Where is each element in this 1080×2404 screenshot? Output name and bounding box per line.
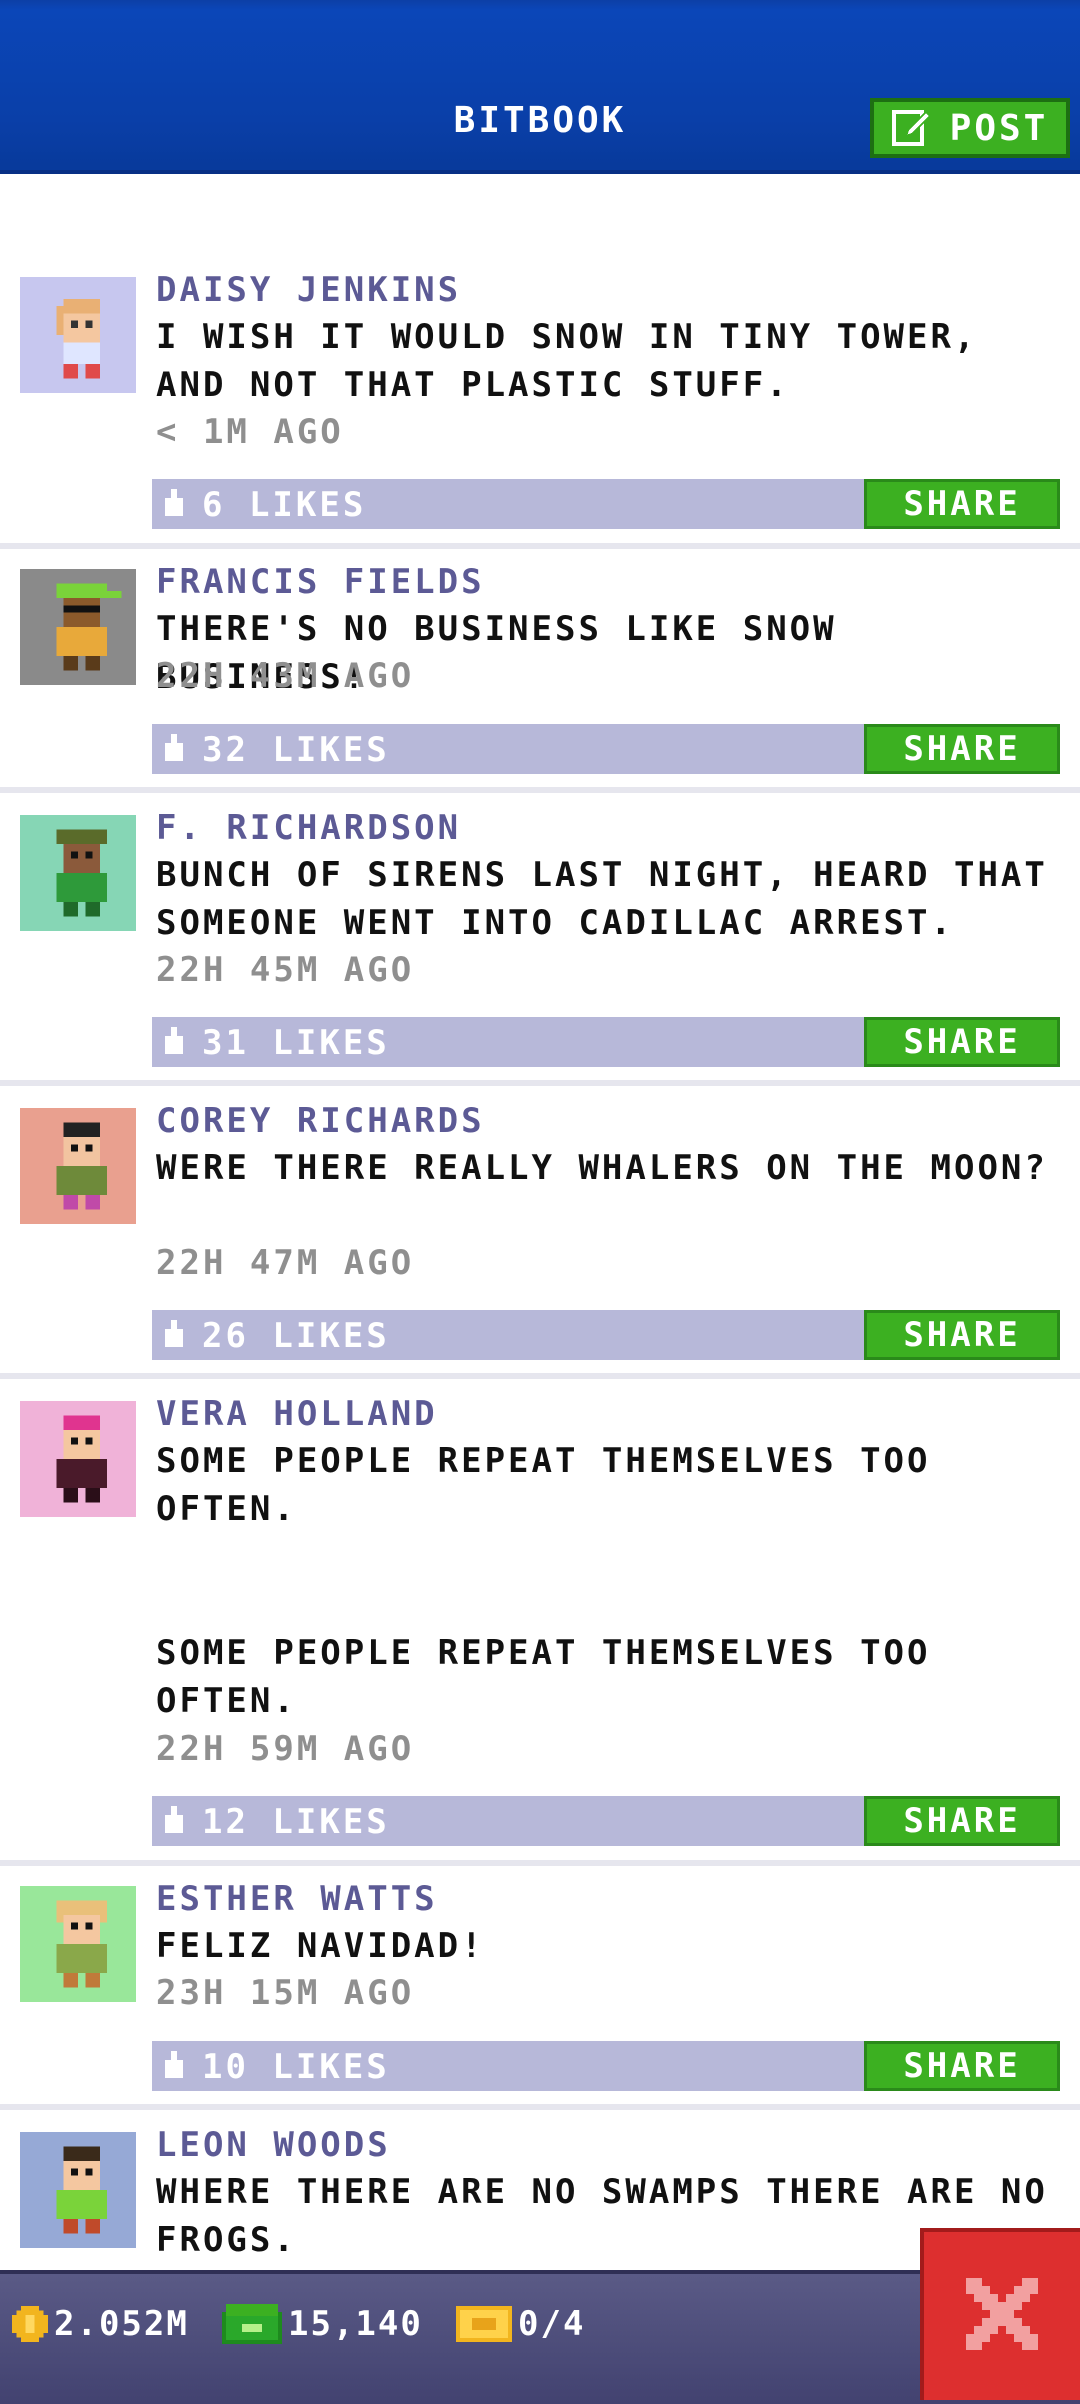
- post-time: 22H 45M AGO: [156, 950, 415, 990]
- tickets-stat: 0/4: [456, 2304, 585, 2344]
- likes-bar[interactable]: 6 LIKES SHARE: [152, 479, 1060, 529]
- post-label: POST: [949, 107, 1049, 149]
- feed-post: DAISY JENKINS I WISH IT WOULD SNOW IN TI…: [0, 170, 1080, 549]
- post-message-repeat: SOME PEOPLE REPEAT THEMSELVES TOO OFTEN.: [156, 1633, 931, 1721]
- post-message: FELIZ NAVIDAD!: [156, 1926, 485, 1966]
- avatar[interactable]: [20, 277, 136, 393]
- feed-post: FRANCIS FIELDS THERE'S NO BUSINESS LIKE …: [0, 549, 1080, 793]
- close-button[interactable]: [920, 2228, 1080, 2400]
- feed-post: VERA HOLLAND SOME PEOPLE REPEAT THEMSELV…: [0, 1379, 1080, 1866]
- bux-icon: [222, 2304, 282, 2344]
- share-button[interactable]: SHARE: [864, 479, 1060, 529]
- post-message: SOME PEOPLE REPEAT THEMSELVES TOO OFTEN.: [156, 1441, 931, 1529]
- likes-bar[interactable]: 32 LIKES SHARE: [152, 724, 1060, 774]
- post-message: I WISH IT WOULD SNOW IN TINY TOWER, AND …: [156, 317, 978, 405]
- post-time: 23H 15M AGO: [156, 1973, 415, 2013]
- like-icon: [162, 1320, 186, 1350]
- edit-icon: [891, 106, 932, 150]
- avatar[interactable]: [20, 1886, 136, 2002]
- likes-bar[interactable]: 12 LIKES SHARE: [152, 1796, 1060, 1846]
- likes-bar[interactable]: 31 LIKES SHARE: [152, 1017, 1060, 1067]
- share-button[interactable]: SHARE: [864, 724, 1060, 774]
- like-icon: [162, 2051, 186, 2081]
- avatar[interactable]: [20, 2132, 136, 2248]
- post-button[interactable]: POST: [870, 98, 1070, 158]
- feed-post: COREY RICHARDS WERE THERE REALLY WHALERS…: [0, 1086, 1080, 1379]
- feed-post: ESTHER WATTS FELIZ NAVIDAD! 23H 15M AGO …: [0, 1866, 1080, 2110]
- post-author[interactable]: LEON WOODS: [156, 2125, 391, 2165]
- likes-count: 31 LIKES: [202, 1023, 390, 1063]
- feed-post: LEON WOODS WHERE THERE ARE NO SWAMPS THE…: [0, 2110, 1080, 2270]
- like-icon: [162, 734, 186, 764]
- app-header: BITBOOK POST: [0, 0, 1080, 174]
- avatar[interactable]: [20, 815, 136, 931]
- post-author[interactable]: VERA HOLLAND: [156, 1394, 438, 1434]
- avatar[interactable]: [20, 569, 136, 685]
- post-author[interactable]: F. RICHARDSON: [156, 808, 461, 848]
- share-button[interactable]: SHARE: [864, 2041, 1060, 2091]
- coin-icon: [12, 2306, 48, 2342]
- post-message: BUNCH OF SIRENS LAST NIGHT, HEARD THAT S…: [156, 855, 1048, 943]
- post-author[interactable]: DAISY JENKINS: [156, 270, 461, 310]
- avatar[interactable]: [20, 1401, 136, 1517]
- likes-bar[interactable]: 10 LIKES SHARE: [152, 2041, 1060, 2091]
- feed-post: F. RICHARDSON BUNCH OF SIRENS LAST NIGHT…: [0, 793, 1080, 1086]
- coins-value: 2.052M: [54, 2304, 189, 2344]
- feed[interactable]: DAISY JENKINS I WISH IT WOULD SNOW IN TI…: [0, 170, 1080, 2270]
- share-button[interactable]: SHARE: [864, 1310, 1060, 1360]
- coins-stat: 2.052M: [12, 2304, 189, 2344]
- likes-count: 6 LIKES: [202, 485, 367, 525]
- like-icon: [162, 1027, 186, 1057]
- likes-count: 32 LIKES: [202, 730, 390, 770]
- tickets-value: 0/4: [518, 2304, 586, 2344]
- ticket-icon: [456, 2306, 512, 2342]
- close-icon: [966, 2278, 1038, 2354]
- post-time: 22H 47M AGO: [156, 1243, 415, 1283]
- post-message: WERE THERE REALLY WHALERS ON THE MOON?: [156, 1148, 1048, 1188]
- post-author[interactable]: ESTHER WATTS: [156, 1879, 438, 1919]
- post-time: 22H 43M AGO: [156, 656, 415, 696]
- share-button[interactable]: SHARE: [864, 1796, 1060, 1846]
- status-bar: 2.052M 15,140 0/4: [0, 2270, 1080, 2404]
- like-icon: [162, 489, 186, 519]
- like-icon: [162, 1806, 186, 1836]
- share-button[interactable]: SHARE: [864, 1017, 1060, 1067]
- post-time: < 1M AGO: [156, 412, 344, 452]
- likes-count: 26 LIKES: [202, 1316, 390, 1356]
- likes-bar[interactable]: 26 LIKES SHARE: [152, 1310, 1060, 1360]
- post-author[interactable]: COREY RICHARDS: [156, 1101, 485, 1141]
- bux-stat: 15,140: [222, 2304, 423, 2344]
- bux-value: 15,140: [288, 2304, 423, 2344]
- post-author[interactable]: FRANCIS FIELDS: [156, 562, 485, 602]
- likes-count: 10 LIKES: [202, 2047, 390, 2087]
- post-time: 22H 59M AGO: [156, 1729, 415, 1769]
- likes-count: 12 LIKES: [202, 1802, 390, 1842]
- avatar[interactable]: [20, 1108, 136, 1224]
